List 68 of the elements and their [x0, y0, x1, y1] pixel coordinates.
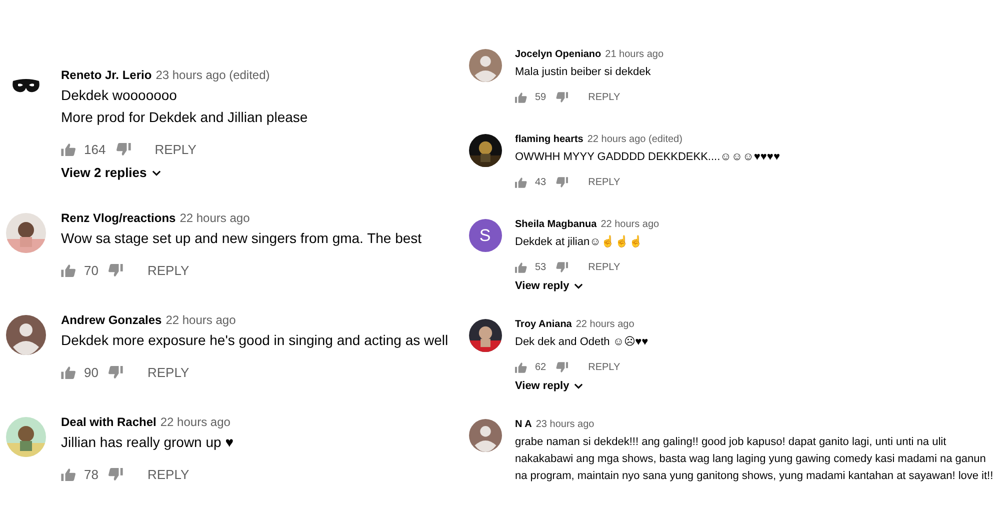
- comment-time: 22 hours ago: [600, 219, 660, 230]
- author-name[interactable]: Jocelyn Openiano: [515, 49, 602, 60]
- thumbs-down-icon[interactable]: [108, 366, 124, 378]
- mask-icon: [11, 78, 41, 94]
- like-count: 59: [535, 92, 546, 102]
- thumbs-down-icon[interactable]: [556, 92, 568, 102]
- comment-text: More prod for Dekdek and Jillian please: [61, 108, 308, 127]
- like-count: 164: [84, 142, 106, 156]
- author-name[interactable]: Troy Aniana: [515, 319, 572, 330]
- chevron-down-icon: [574, 383, 584, 389]
- like-count: 62: [535, 362, 546, 372]
- reply-button[interactable]: REPLY: [588, 362, 620, 372]
- reply-button[interactable]: REPLY: [147, 466, 190, 482]
- thumbs-up-icon[interactable]: [515, 92, 527, 102]
- thumbs-up-icon[interactable]: [515, 176, 527, 188]
- avatar-initial: S: [468, 219, 502, 252]
- reply-button[interactable]: REPLY: [588, 176, 620, 188]
- like-count: 90: [84, 364, 98, 380]
- like-count: 43: [535, 176, 546, 188]
- comment-time: 21 hours ago: [605, 49, 664, 60]
- comment-time: 22 hours ago: [160, 415, 230, 429]
- comment-text: Dekdek more exposure he's good in singing and acting as well: [61, 331, 448, 350]
- thumbs-down-icon[interactable]: [108, 468, 124, 480]
- thumbs-up-icon[interactable]: [61, 468, 76, 480]
- reply-button[interactable]: REPLY: [147, 364, 190, 380]
- comment-text: Mala justin beiber si dekdek: [515, 65, 651, 80]
- author-name[interactable]: N A: [515, 419, 532, 430]
- thumbs-down-icon[interactable]: [108, 264, 124, 276]
- reply-button[interactable]: REPLY: [147, 262, 190, 278]
- comment-text: Wow sa stage set up and new singers from gma. The best: [61, 229, 422, 248]
- chevron-down-icon: [574, 283, 584, 289]
- comment-time: 22 hours ago: [576, 319, 634, 330]
- thumbs-down-icon[interactable]: [556, 362, 568, 372]
- view-replies-button[interactable]: View reply: [515, 380, 584, 392]
- thumbs-up-icon[interactable]: [61, 366, 76, 378]
- comment-time: 22 hours ago (edited): [587, 134, 682, 145]
- author-name[interactable]: flaming hearts: [515, 134, 584, 145]
- comment-time: 23 hours ago (edited): [156, 68, 270, 82]
- like-count: 70: [84, 262, 98, 278]
- like-count: 53: [535, 262, 546, 272]
- comment-time: 22 hours ago: [166, 313, 236, 327]
- reply-button[interactable]: REPLY: [588, 262, 620, 272]
- chevron-down-icon: [152, 170, 161, 176]
- comment-text: OWWHH MYYY GADDDD DEKKDEKK....☺☺☺♥♥♥♥: [515, 150, 780, 165]
- author-name[interactable]: Deal with Rachel: [61, 415, 156, 429]
- thumbs-down-icon[interactable]: [556, 262, 568, 272]
- comment-text: Dek dek and Odeth ☺☹♥♥: [515, 335, 648, 350]
- comment-text: grabe naman si dekdek!!! ang galing!! good job kapuso! dapat ganito lagi, unti unti na ulit nakakabawi ang mga shows, basta wag lang laging yung gawing comedy kasi madami na ganun na program, maintain nyo sana yung ganitong shows, yung madami kantahan at sayawan! love it!!: [515, 435, 994, 484]
- comment-time: 22 hours ago: [180, 211, 250, 225]
- thumbs-up-icon[interactable]: [515, 362, 527, 372]
- thumbs-down-icon[interactable]: [556, 176, 568, 188]
- reply-button[interactable]: REPLY: [588, 92, 620, 102]
- like-count: 78: [84, 466, 98, 482]
- author-name[interactable]: Sheila Magbanua: [515, 219, 597, 230]
- thumbs-up-icon[interactable]: [61, 142, 76, 156]
- comment-text: Dekdek wooooooo: [61, 86, 177, 105]
- comment-time: 23 hours ago: [536, 419, 594, 430]
- view-replies-button[interactable]: View reply: [515, 280, 584, 292]
- reply-button[interactable]: REPLY: [154, 142, 196, 156]
- thumbs-up-icon[interactable]: [61, 264, 76, 276]
- comment-text: Jillian has really grown up ♥: [61, 433, 234, 452]
- comment-text: Dekdek at jilian☺☝☝☝: [515, 234, 643, 250]
- author-name[interactable]: Reneto Jr. Lerio: [61, 68, 152, 82]
- thumbs-up-icon[interactable]: [515, 262, 527, 272]
- author-name[interactable]: Andrew Gonzales: [61, 313, 162, 327]
- view-replies-button[interactable]: View 2 replies: [61, 165, 161, 180]
- thumbs-down-icon[interactable]: [116, 142, 131, 156]
- author-name[interactable]: Renz Vlog/reactions: [61, 211, 176, 225]
